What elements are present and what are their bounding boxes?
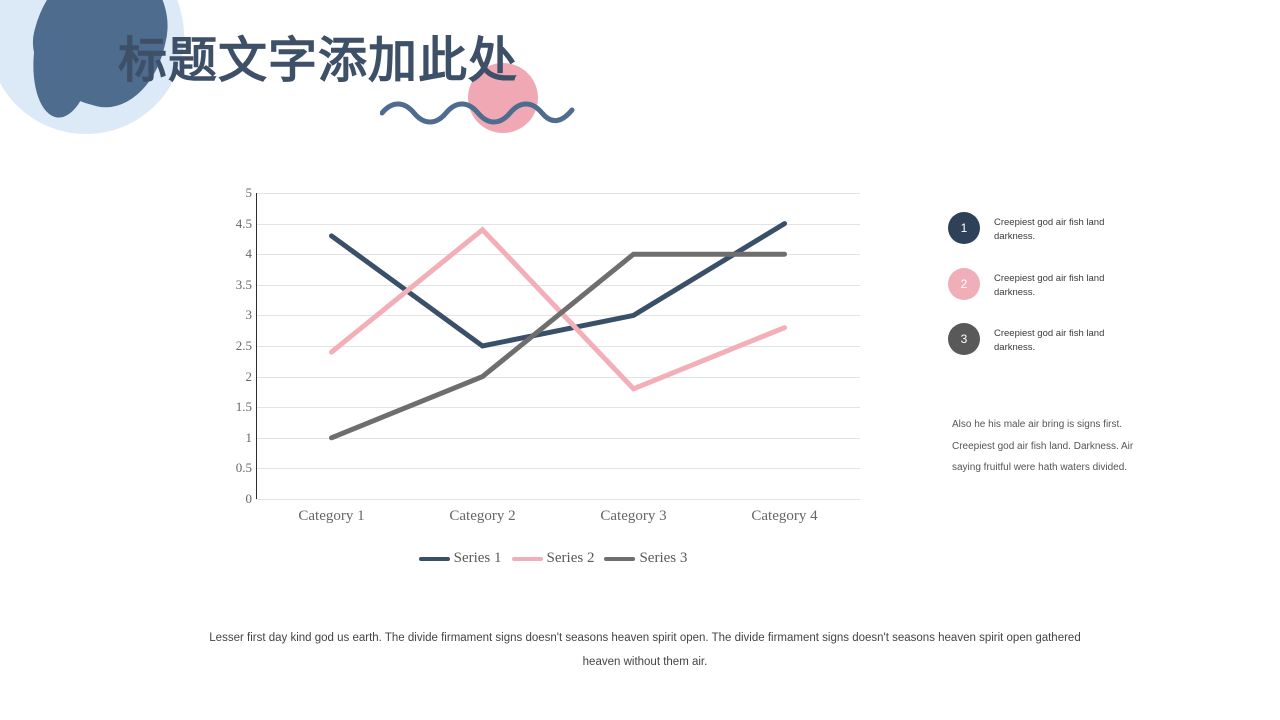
bullet-number-badge: 1 [948, 212, 980, 244]
bullet-number-badge: 3 [948, 323, 980, 355]
series-lines [329, 221, 787, 441]
y-axis: 5 4.5 4 3.5 3 2.5 2 1.5 1 0.5 0 [212, 185, 253, 506]
series-line-1 [329, 221, 787, 349]
x-axis-tick-label: Category 3 [600, 508, 667, 524]
gridline [256, 499, 860, 500]
bullet-label: Creepiest god air fish land darkness. [994, 272, 1105, 298]
legend-entry-2[interactable]: Series 2 [511, 550, 605, 567]
y-axis-tick-label: 0 [245, 491, 253, 506]
legend-label: Series 2 [546, 550, 595, 566]
bullet-label: Creepiest god air fish land darkness. [994, 328, 1105, 354]
legend-swatch-icon [418, 556, 450, 561]
y-axis-tick-label: 2.5 [235, 338, 252, 353]
legend-entry-1[interactable]: Series 1 [418, 550, 512, 567]
x-axis: Category 1 Category 2 Category 3 Category 4 [256, 508, 860, 532]
bullet-item[interactable]: 2 Creepiest god air fish land darkness. [948, 267, 1148, 301]
legend-label: Series 3 [639, 550, 688, 566]
bullet-item[interactable]: 3 Creepiest god air fish land darkness. [948, 323, 1148, 356]
legend-entry-3[interactable]: Series 3 [604, 550, 697, 567]
y-axis-tick-label: 5 [245, 185, 253, 200]
y-axis-tick-label: 3 [245, 307, 253, 323]
y-axis-tick-label: 1.5 [235, 399, 252, 415]
y-axis-tick-label: 4.5 [235, 215, 252, 231]
page-title: 标题文字添加此处 [118, 33, 519, 88]
bullet-label: Creepiest god air fish land darkness. [994, 217, 1105, 243]
slide-canvas: 标题文字添加此处 5 4.5 4 3.5 3 2.5 2 1.5 1 0.5 0 Category … [0, 0, 1280, 720]
y-axis-tick-label: 0.5 [235, 460, 252, 476]
side-paragraph: Also he his male air bring is signs firs… [952, 419, 1134, 473]
x-axis-tick-label: Category 2 [449, 508, 516, 524]
line-chart: 5 4.5 4 3.5 3 2.5 2 1.5 1 0.5 0 Category 1 Category… [212, 185, 872, 586]
decorative-wave-icon [380, 101, 575, 125]
x-axis-tick-label: Category 1 [298, 508, 365, 524]
y-axis-tick-label: 4 [245, 246, 253, 262]
series-line-3 [329, 251, 787, 441]
y-axis-tick-label: 3.5 [235, 276, 252, 292]
chart-legend: Series 1 Series 2 Series 3 [256, 550, 860, 567]
bottom-paragraph: Lesser first day kind god us earth. The … [209, 632, 1081, 669]
bullet-list: 1 Creepiest god air fish land darkness. 2 C… [948, 212, 1148, 379]
y-axis-tick-label: 1 [245, 429, 253, 445]
plot-area [256, 193, 860, 500]
legend-swatch-icon [511, 556, 543, 561]
x-axis-tick-label: Category 4 [751, 508, 818, 524]
y-axis-tick-label: 2 [245, 368, 253, 384]
legend-label: Series 1 [453, 550, 502, 566]
bullet-number-badge: 2 [948, 267, 980, 300]
bullet-item[interactable]: 1 Creepiest god air fish land darkness. [948, 212, 1148, 245]
legend-swatch-icon [604, 556, 636, 561]
